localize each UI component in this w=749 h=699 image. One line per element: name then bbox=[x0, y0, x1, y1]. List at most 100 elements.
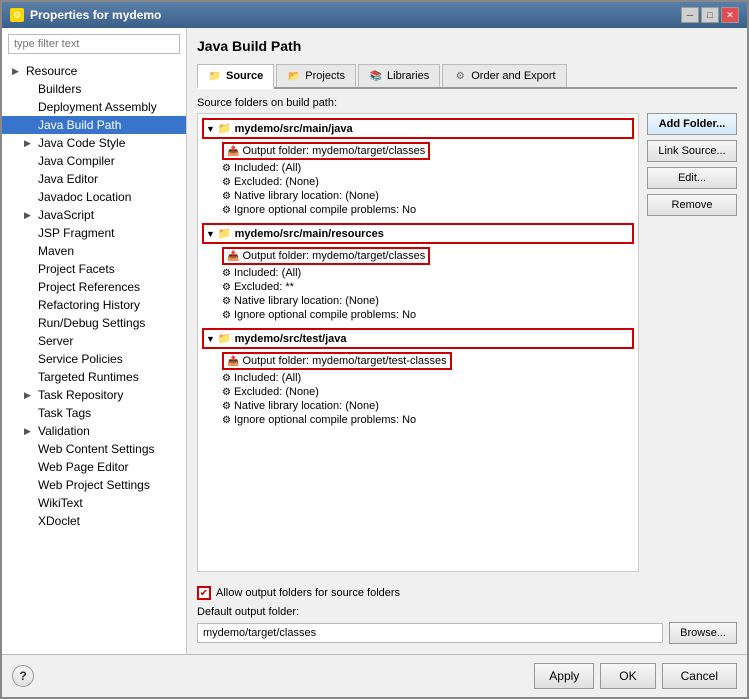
default-output-input[interactable] bbox=[197, 623, 663, 643]
sidebar-item-javadoc-location[interactable]: Javadoc Location bbox=[2, 188, 186, 206]
sidebar-item-label: Maven bbox=[38, 244, 74, 258]
page-title: Java Build Path bbox=[197, 38, 737, 54]
expand-arrow: ▶ bbox=[24, 138, 34, 149]
tab-bar: 📁 Source 📂 Projects 📚 Libraries ⚙ Order … bbox=[197, 64, 737, 89]
included-icon: ⚙ bbox=[222, 268, 231, 279]
source-group-path: mydemo/src/main/resources bbox=[235, 228, 384, 240]
sidebar-item-label: Targeted Runtimes bbox=[38, 370, 139, 384]
browse-button[interactable]: Browse... bbox=[669, 622, 737, 644]
title-bar-left: ⚙ Properties for mydemo bbox=[10, 8, 161, 22]
ignore-icon: ⚙ bbox=[222, 415, 231, 426]
sidebar-item-label: Task Tags bbox=[38, 406, 91, 420]
checkbox-row: ✔ Allow output folders for source folder… bbox=[197, 586, 737, 600]
folder-pkg-icon: 📁 bbox=[218, 227, 232, 240]
filter-input[interactable] bbox=[8, 34, 180, 54]
native-icon: ⚙ bbox=[222, 296, 231, 307]
native-label: Native library location: (None) bbox=[234, 400, 379, 412]
sidebar-item-label: Web Content Settings bbox=[38, 442, 155, 456]
source-child: 📤 Output folder: mydemo/target/classes bbox=[202, 141, 634, 161]
edit-button[interactable]: Edit... bbox=[647, 167, 737, 189]
source-group-header-1[interactable]: ▼ 📁 mydemo/src/main/java bbox=[202, 118, 634, 139]
sidebar-item-service-policies[interactable]: Service Policies bbox=[2, 350, 186, 368]
allow-output-folders-checkbox[interactable]: ✔ bbox=[197, 586, 211, 600]
sidebar-item-jsp-fragment[interactable]: JSP Fragment bbox=[2, 224, 186, 242]
sidebar-item-label: Web Page Editor bbox=[38, 460, 129, 474]
included-icon: ⚙ bbox=[222, 373, 231, 384]
sidebar-item-label: Project References bbox=[38, 280, 140, 294]
sidebar-item-label: Validation bbox=[38, 424, 90, 438]
link-source-button[interactable]: Link Source... bbox=[647, 140, 737, 162]
maximize-button[interactable]: □ bbox=[701, 7, 719, 23]
sidebar-item-javascript[interactable]: ▶ JavaScript bbox=[2, 206, 186, 224]
sidebar-item-builders[interactable]: Builders bbox=[2, 80, 186, 98]
checkbox-label: Allow output folders for source folders bbox=[216, 587, 400, 599]
source-group-2: ▼ 📁 mydemo/src/main/resources 📤 Output f… bbox=[202, 223, 634, 322]
source-child: 📤 Output folder: mydemo/target/test-clas… bbox=[202, 351, 634, 371]
cancel-button[interactable]: Cancel bbox=[662, 663, 737, 689]
sidebar-item-web-project-settings[interactable]: Web Project Settings bbox=[2, 476, 186, 494]
sidebar-item-task-tags[interactable]: Task Tags bbox=[2, 404, 186, 422]
order-icon: ⚙ bbox=[453, 69, 467, 83]
tab-order-export[interactable]: ⚙ Order and Export bbox=[442, 64, 566, 87]
excluded-icon: ⚙ bbox=[222, 282, 231, 293]
tab-source[interactable]: 📁 Source bbox=[197, 64, 274, 89]
tab-libraries[interactable]: 📚 Libraries bbox=[358, 64, 440, 87]
sidebar-tree: ▶ Resource Builders Deployment Assembly … bbox=[2, 60, 186, 654]
sidebar-item-java-editor[interactable]: Java Editor bbox=[2, 170, 186, 188]
output-folder-label: Output folder: mydemo/target/test-classe… bbox=[242, 355, 446, 367]
sidebar-item-label: Project Facets bbox=[38, 262, 115, 276]
action-buttons: Add Folder... Link Source... Edit... Rem… bbox=[647, 113, 737, 572]
source-group-header-2[interactable]: ▼ 📁 mydemo/src/main/resources bbox=[202, 223, 634, 244]
sidebar-item-web-page-editor[interactable]: Web Page Editor bbox=[2, 458, 186, 476]
expand-arrow: ▼ bbox=[206, 124, 215, 134]
sidebar-item-java-build-path[interactable]: Java Build Path bbox=[2, 116, 186, 134]
source-child: ⚙ Ignore optional compile problems: No bbox=[202, 308, 634, 322]
close-button[interactable]: ✕ bbox=[721, 7, 739, 23]
ok-button[interactable]: OK bbox=[600, 663, 655, 689]
help-button[interactable]: ? bbox=[12, 665, 34, 687]
content-area: ▶ Resource Builders Deployment Assembly … bbox=[2, 28, 747, 654]
sidebar-item-refactoring-history[interactable]: Refactoring History bbox=[2, 296, 186, 314]
output-folder-highlighted: 📤 Output folder: mydemo/target/test-clas… bbox=[222, 352, 452, 370]
tab-source-label: Source bbox=[226, 70, 263, 82]
sidebar-item-validation[interactable]: ▶ Validation bbox=[2, 422, 186, 440]
sidebar-item-web-content-settings[interactable]: Web Content Settings bbox=[2, 440, 186, 458]
folder-icon: 📁 bbox=[208, 69, 222, 83]
sidebar-item-task-repository[interactable]: ▶ Task Repository bbox=[2, 386, 186, 404]
output-icon: 📤 bbox=[227, 146, 239, 157]
dialog-icon: ⚙ bbox=[10, 8, 24, 22]
sidebar-item-deployment-assembly[interactable]: Deployment Assembly bbox=[2, 98, 186, 116]
tab-libraries-label: Libraries bbox=[387, 70, 429, 82]
source-group-3: ▼ 📁 mydemo/src/test/java 📤 Output folder… bbox=[202, 328, 634, 427]
dialog-title: Properties for mydemo bbox=[30, 8, 161, 22]
sidebar-item-server[interactable]: Server bbox=[2, 332, 186, 350]
sidebar-item-xdoclet[interactable]: XDoclet bbox=[2, 512, 186, 530]
tab-projects[interactable]: 📂 Projects bbox=[276, 64, 356, 87]
sidebar-item-maven[interactable]: Maven bbox=[2, 242, 186, 260]
sidebar-item-label: Resource bbox=[26, 64, 77, 78]
source-child: ⚙ Included: (All) bbox=[202, 161, 634, 175]
sidebar-item-wikitext[interactable]: WikiText bbox=[2, 494, 186, 512]
sidebar-item-resource[interactable]: ▶ Resource bbox=[2, 62, 186, 80]
sidebar-item-label: JavaScript bbox=[38, 208, 94, 222]
ignore-label: Ignore optional compile problems: No bbox=[234, 204, 416, 216]
sidebar-item-run-debug-settings[interactable]: Run/Debug Settings bbox=[2, 314, 186, 332]
source-child: ⚙ Native library location: (None) bbox=[202, 399, 634, 413]
source-area: ▼ 📁 mydemo/src/main/java 📤 Output folder… bbox=[197, 113, 737, 572]
remove-button[interactable]: Remove bbox=[647, 194, 737, 216]
apply-button[interactable]: Apply bbox=[534, 663, 594, 689]
sidebar-item-java-compiler[interactable]: Java Compiler bbox=[2, 152, 186, 170]
sidebar-item-project-references[interactable]: Project References bbox=[2, 278, 186, 296]
sidebar-item-label: Javadoc Location bbox=[38, 190, 131, 204]
source-group-header-3[interactable]: ▼ 📁 mydemo/src/test/java bbox=[202, 328, 634, 349]
sidebar-item-java-code-style[interactable]: ▶ Java Code Style bbox=[2, 134, 186, 152]
bottom-section: ✔ Allow output folders for source folder… bbox=[197, 580, 737, 644]
expand-arrow: ▼ bbox=[206, 229, 215, 239]
add-folder-button[interactable]: Add Folder... bbox=[647, 113, 737, 135]
sidebar-item-targeted-runtimes[interactable]: Targeted Runtimes bbox=[2, 368, 186, 386]
sidebar-item-project-facets[interactable]: Project Facets bbox=[2, 260, 186, 278]
sidebar: ▶ Resource Builders Deployment Assembly … bbox=[2, 28, 187, 654]
sidebar-item-label: Web Project Settings bbox=[38, 478, 150, 492]
sidebar-item-label: Server bbox=[38, 334, 73, 348]
minimize-button[interactable]: ─ bbox=[681, 7, 699, 23]
